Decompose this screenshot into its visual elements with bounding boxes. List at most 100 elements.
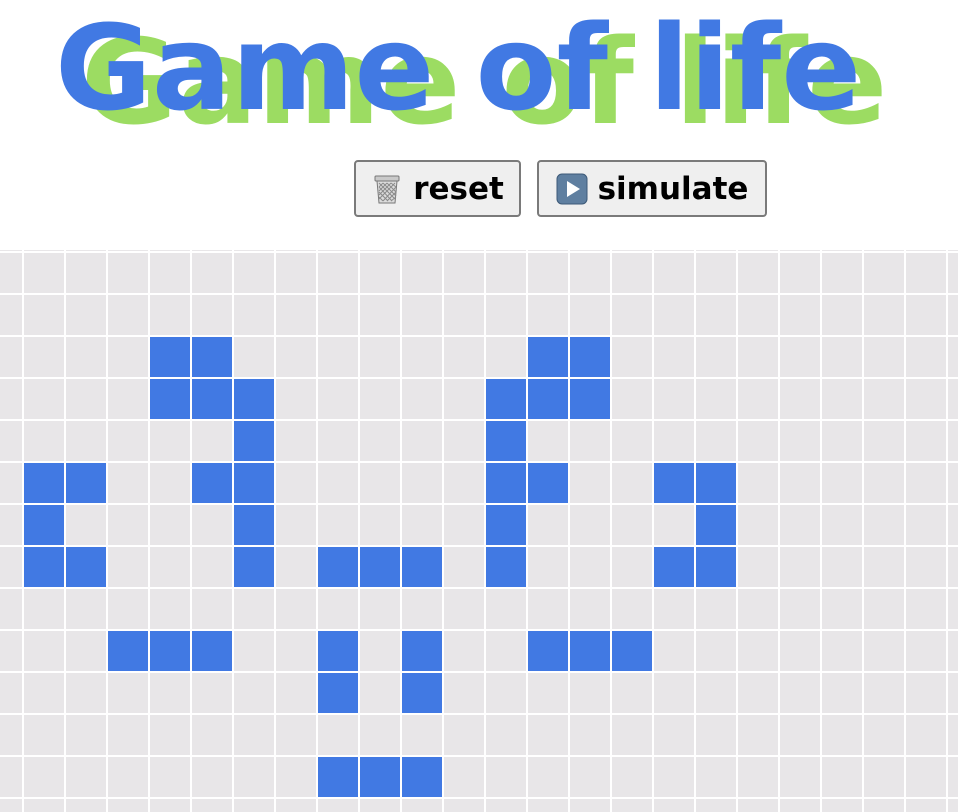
dead-cell[interactable] bbox=[862, 755, 906, 799]
dead-cell[interactable] bbox=[484, 587, 528, 631]
dead-cell[interactable] bbox=[22, 797, 66, 812]
dead-cell[interactable] bbox=[610, 671, 654, 715]
dead-cell[interactable] bbox=[190, 797, 234, 812]
dead-cell[interactable] bbox=[232, 671, 276, 715]
dead-cell[interactable] bbox=[106, 461, 150, 505]
dead-cell[interactable] bbox=[0, 335, 24, 379]
dead-cell[interactable] bbox=[904, 713, 948, 757]
dead-cell[interactable] bbox=[736, 587, 780, 631]
dead-cell[interactable] bbox=[22, 587, 66, 631]
dead-cell[interactable] bbox=[484, 671, 528, 715]
dead-cell[interactable] bbox=[568, 251, 612, 295]
dead-cell[interactable] bbox=[358, 293, 402, 337]
dead-cell[interactable] bbox=[568, 545, 612, 589]
alive-cell[interactable] bbox=[22, 545, 66, 589]
dead-cell[interactable] bbox=[316, 293, 360, 337]
dead-cell[interactable] bbox=[64, 755, 108, 799]
dead-cell[interactable] bbox=[610, 251, 654, 295]
dead-cell[interactable] bbox=[148, 419, 192, 463]
dead-cell[interactable] bbox=[946, 545, 958, 589]
alive-cell[interactable] bbox=[400, 671, 444, 715]
dead-cell[interactable] bbox=[610, 377, 654, 421]
dead-cell[interactable] bbox=[652, 587, 696, 631]
dead-cell[interactable] bbox=[568, 587, 612, 631]
dead-cell[interactable] bbox=[778, 377, 822, 421]
dead-cell[interactable] bbox=[106, 251, 150, 295]
dead-cell[interactable] bbox=[904, 251, 948, 295]
alive-cell[interactable] bbox=[64, 461, 108, 505]
dead-cell[interactable] bbox=[442, 293, 486, 337]
dead-cell[interactable] bbox=[736, 671, 780, 715]
dead-cell[interactable] bbox=[736, 629, 780, 673]
dead-cell[interactable] bbox=[946, 461, 958, 505]
dead-cell[interactable] bbox=[778, 755, 822, 799]
dead-cell[interactable] bbox=[526, 713, 570, 757]
alive-cell[interactable] bbox=[232, 377, 276, 421]
dead-cell[interactable] bbox=[694, 671, 738, 715]
dead-cell[interactable] bbox=[106, 797, 150, 812]
dead-cell[interactable] bbox=[736, 545, 780, 589]
dead-cell[interactable] bbox=[904, 461, 948, 505]
alive-cell[interactable] bbox=[64, 545, 108, 589]
dead-cell[interactable] bbox=[610, 419, 654, 463]
alive-cell[interactable] bbox=[694, 503, 738, 547]
dead-cell[interactable] bbox=[316, 251, 360, 295]
alive-cell[interactable] bbox=[568, 335, 612, 379]
alive-cell[interactable] bbox=[148, 377, 192, 421]
dead-cell[interactable] bbox=[736, 293, 780, 337]
dead-cell[interactable] bbox=[820, 797, 864, 812]
dead-cell[interactable] bbox=[232, 629, 276, 673]
dead-cell[interactable] bbox=[22, 293, 66, 337]
dead-cell[interactable] bbox=[946, 335, 958, 379]
dead-cell[interactable] bbox=[526, 545, 570, 589]
alive-cell[interactable] bbox=[484, 377, 528, 421]
reset-button[interactable]: reset bbox=[354, 160, 521, 217]
dead-cell[interactable] bbox=[22, 419, 66, 463]
alive-cell[interactable] bbox=[316, 755, 360, 799]
dead-cell[interactable] bbox=[862, 797, 906, 812]
alive-cell[interactable] bbox=[400, 629, 444, 673]
dead-cell[interactable] bbox=[820, 755, 864, 799]
alive-cell[interactable] bbox=[568, 629, 612, 673]
dead-cell[interactable] bbox=[568, 797, 612, 812]
alive-cell[interactable] bbox=[484, 419, 528, 463]
dead-cell[interactable] bbox=[64, 797, 108, 812]
dead-cell[interactable] bbox=[946, 587, 958, 631]
dead-cell[interactable] bbox=[274, 503, 318, 547]
dead-cell[interactable] bbox=[442, 671, 486, 715]
dead-cell[interactable] bbox=[106, 755, 150, 799]
alive-cell[interactable] bbox=[358, 755, 402, 799]
dead-cell[interactable] bbox=[358, 419, 402, 463]
dead-cell[interactable] bbox=[358, 587, 402, 631]
dead-cell[interactable] bbox=[148, 293, 192, 337]
dead-cell[interactable] bbox=[568, 419, 612, 463]
alive-cell[interactable] bbox=[484, 461, 528, 505]
dead-cell[interactable] bbox=[652, 797, 696, 812]
dead-cell[interactable] bbox=[358, 713, 402, 757]
dead-cell[interactable] bbox=[106, 335, 150, 379]
dead-cell[interactable] bbox=[274, 293, 318, 337]
dead-cell[interactable] bbox=[904, 755, 948, 799]
dead-cell[interactable] bbox=[946, 419, 958, 463]
dead-cell[interactable] bbox=[316, 713, 360, 757]
alive-cell[interactable] bbox=[232, 419, 276, 463]
dead-cell[interactable] bbox=[358, 251, 402, 295]
dead-cell[interactable] bbox=[778, 629, 822, 673]
dead-cell[interactable] bbox=[0, 545, 24, 589]
dead-cell[interactable] bbox=[442, 755, 486, 799]
alive-cell[interactable] bbox=[232, 545, 276, 589]
dead-cell[interactable] bbox=[568, 713, 612, 757]
dead-cell[interactable] bbox=[862, 419, 906, 463]
dead-cell[interactable] bbox=[904, 587, 948, 631]
dead-cell[interactable] bbox=[64, 293, 108, 337]
dead-cell[interactable] bbox=[484, 797, 528, 812]
dead-cell[interactable] bbox=[400, 587, 444, 631]
dead-cell[interactable] bbox=[232, 755, 276, 799]
dead-cell[interactable] bbox=[190, 293, 234, 337]
dead-cell[interactable] bbox=[316, 419, 360, 463]
dead-cell[interactable] bbox=[316, 587, 360, 631]
dead-cell[interactable] bbox=[946, 503, 958, 547]
dead-cell[interactable] bbox=[0, 713, 24, 757]
dead-cell[interactable] bbox=[610, 545, 654, 589]
dead-cell[interactable] bbox=[274, 587, 318, 631]
